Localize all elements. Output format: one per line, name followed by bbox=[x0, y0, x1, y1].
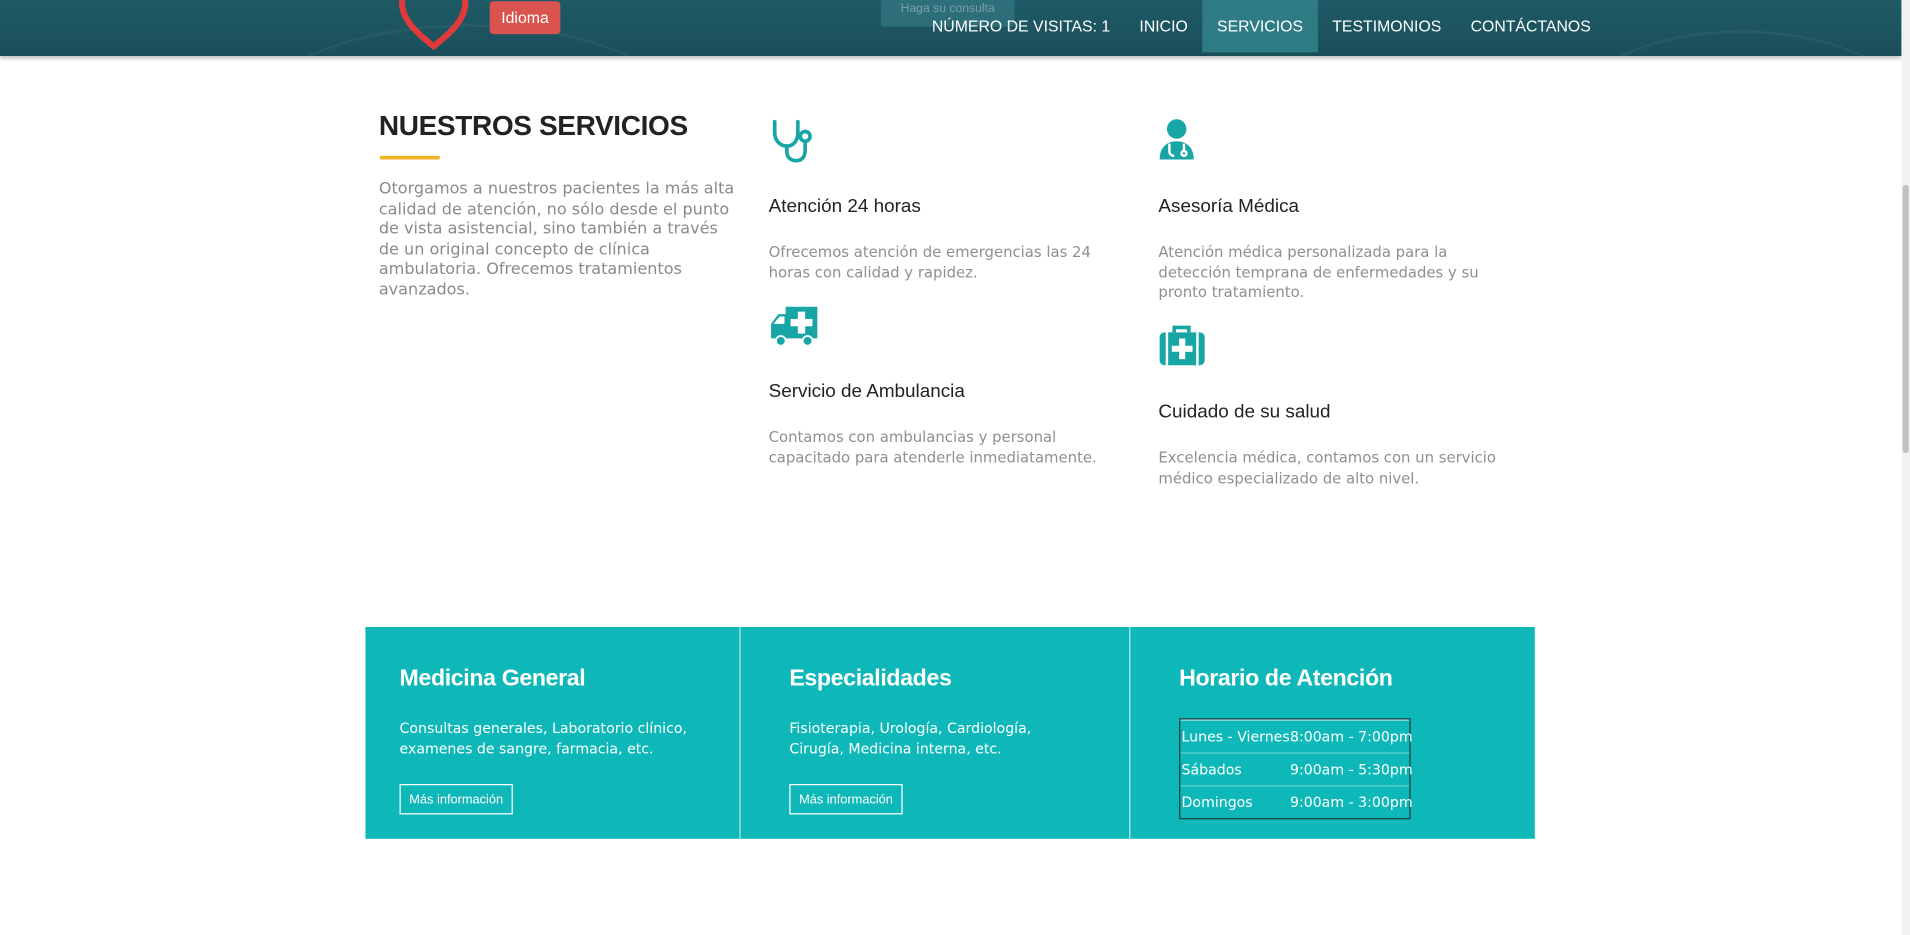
service-text: Atención médica personalizada para la de… bbox=[1158, 243, 1479, 301]
service-text: Ofrecemos atención de emergencias las 24… bbox=[768, 243, 1091, 281]
box-title: Horario de Atención bbox=[1179, 665, 1393, 692]
medical-kit-icon bbox=[1159, 325, 1205, 366]
schedule-time: 9:00am - 5:30pm bbox=[1289, 760, 1413, 778]
stethoscope-icon bbox=[772, 119, 812, 163]
table-row: Lunes - Viernes 8:00am - 7:00pm bbox=[1180, 719, 1413, 752]
box-text: Fisioterapia, Urología, Cardiología, Cir… bbox=[789, 719, 1032, 757]
nav-item-inicio[interactable]: INICIO bbox=[1125, 0, 1203, 52]
schedule-table: Lunes - Viernes 8:00am - 7:00pm Sábados … bbox=[1179, 718, 1413, 820]
schedule-box: Horario de Atención Lunes - Viernes 8:00… bbox=[1130, 627, 1534, 839]
scrollbar-thumb[interactable] bbox=[1902, 185, 1909, 453]
service-text: Excelencia médica, contamos con un servi… bbox=[1158, 449, 1496, 487]
ambulance-icon bbox=[771, 306, 818, 347]
general-medicine-box: Medicina General Consultas generales, La… bbox=[365, 627, 739, 839]
nav-item-testimonios[interactable]: TESTIMONIOS bbox=[1318, 0, 1456, 52]
main-nav: NÚMERO DE VISITAS: 1 INICIO SERVICIOS TE… bbox=[917, 0, 1605, 53]
schedule-time: 9:00am - 3:00pm bbox=[1289, 793, 1413, 811]
more-info-button[interactable]: Más información bbox=[399, 784, 513, 815]
service-title: Servicio de Ambulancia bbox=[768, 381, 965, 402]
language-button[interactable]: Idioma bbox=[489, 1, 561, 35]
service-title: Atención 24 horas bbox=[768, 196, 921, 217]
section-title: NUESTROS SERVICIOS bbox=[378, 109, 688, 142]
nav-item-servicios[interactable]: SERVICIOS bbox=[1202, 0, 1318, 53]
service-title: Asesoría Médica bbox=[1158, 196, 1300, 217]
table-row: Domingos 9:00am - 3:00pm bbox=[1180, 785, 1413, 818]
info-boxes: Medicina General Consultas generales, La… bbox=[365, 626, 1535, 839]
top-navbar: Haga su consulta Idioma NÚMERO DE VISITA… bbox=[0, 0, 1902, 57]
service-text: Contamos con ambulancias y personal capa… bbox=[768, 428, 1097, 466]
schedule-day: Lunes - Viernes bbox=[1181, 728, 1290, 746]
nav-item-contactanos[interactable]: CONTÁCTANOS bbox=[1456, 0, 1605, 52]
specialties-box: Especialidades Fisioterapia, Urología, C… bbox=[755, 627, 1129, 839]
more-info-button[interactable]: Más información bbox=[789, 784, 903, 815]
services-intro: Otorgamos a nuestros pacientes la más al… bbox=[378, 180, 735, 300]
box-title: Especialidades bbox=[789, 665, 952, 692]
page: Haga su consulta Idioma NÚMERO DE VISITA… bbox=[0, 0, 1910, 935]
schedule-time: 8:00am - 7:00pm bbox=[1289, 728, 1413, 746]
box-title: Medicina General bbox=[399, 665, 586, 692]
schedule-day: Sábados bbox=[1181, 760, 1242, 778]
header-background-decoration bbox=[1559, 30, 1902, 57]
table-row: Sábados 9:00am - 5:30pm bbox=[1180, 752, 1413, 785]
heart-logo-icon[interactable] bbox=[397, 0, 470, 51]
page-scrollbar[interactable] bbox=[1901, 0, 1910, 935]
nav-item-visits[interactable]: NÚMERO DE VISITAS: 1 bbox=[917, 0, 1125, 52]
box-text: Consultas generales, Laboratorio clínico… bbox=[399, 719, 687, 757]
doctor-icon bbox=[1159, 119, 1194, 160]
title-underline bbox=[380, 155, 440, 160]
schedule-day: Domingos bbox=[1181, 793, 1253, 811]
service-title: Cuidado de su salud bbox=[1158, 401, 1331, 423]
box-divider bbox=[739, 626, 741, 839]
